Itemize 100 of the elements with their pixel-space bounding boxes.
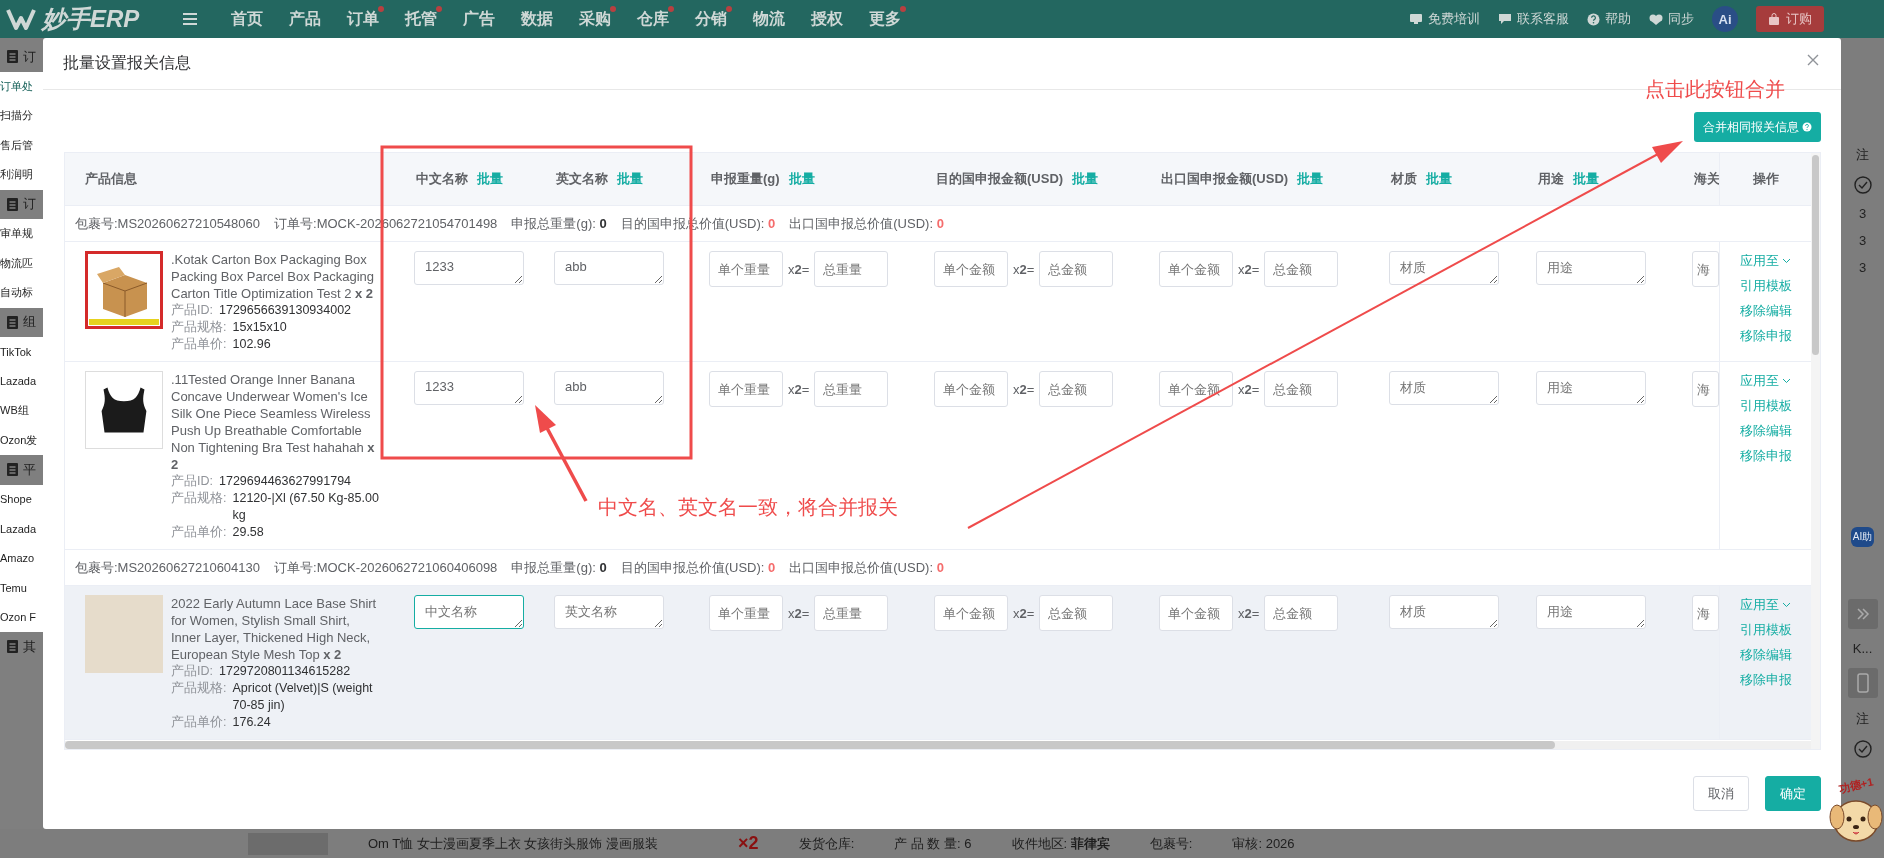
nav-item[interactable]: 更多 bbox=[856, 8, 914, 30]
usage-field[interactable]: 用途 bbox=[1536, 251, 1646, 285]
unit-value-field[interactable]: 单个金额 bbox=[1159, 595, 1233, 631]
check-circle-icon[interactable] bbox=[1853, 740, 1872, 758]
english-name-field[interactable]: abb bbox=[554, 371, 664, 405]
toolbar-link[interactable]: 免费培训 bbox=[1409, 10, 1480, 28]
unit-value-field[interactable]: 单个金额 bbox=[934, 595, 1008, 631]
sidebar-item[interactable]: 利润明 bbox=[0, 160, 43, 190]
merge-button[interactable]: 合并相同报关信息 bbox=[1694, 112, 1821, 142]
unit-value-field[interactable]: 单个金额 bbox=[934, 371, 1008, 407]
english-name-field[interactable]: abb bbox=[554, 251, 664, 285]
usage-field[interactable]: 用途 bbox=[1536, 595, 1646, 629]
chinese-name-field[interactable]: 中文名称 bbox=[414, 595, 524, 629]
sidebar-item[interactable]: Shope bbox=[0, 484, 43, 514]
total-value-field[interactable]: 总重量 bbox=[814, 251, 889, 287]
batch-link[interactable]: 批量 bbox=[788, 170, 815, 188]
nav-item[interactable]: 订单 bbox=[334, 8, 392, 30]
horizontal-scrollbar[interactable] bbox=[65, 741, 1811, 749]
action-link[interactable]: 引用模板 bbox=[1739, 277, 1792, 294]
action-link[interactable]: 移除申报 bbox=[1739, 447, 1792, 464]
sidebar-item[interactable]: Amazo bbox=[0, 543, 43, 573]
batch-link[interactable]: 批量 bbox=[617, 170, 643, 188]
nav-item[interactable]: 采购 bbox=[566, 8, 624, 30]
batch-link[interactable]: 批量 bbox=[1573, 170, 1599, 188]
vertical-scrollbar[interactable] bbox=[1811, 153, 1820, 749]
menu-icon[interactable] bbox=[182, 12, 198, 26]
nav-item[interactable]: 授权 bbox=[798, 8, 856, 30]
unit-value-field[interactable]: 单个重量 bbox=[709, 595, 783, 631]
action-link[interactable]: 移除申报 bbox=[1739, 327, 1792, 344]
customs-field[interactable]: 海 bbox=[1692, 251, 1719, 287]
double-chevron-icon[interactable] bbox=[1847, 599, 1878, 629]
cancel-button[interactable]: 取消 bbox=[1693, 776, 1749, 811]
export-total: 出口国申报总价值(USD): 0 bbox=[789, 558, 944, 577]
english-name-field[interactable]: 英文名称 bbox=[554, 595, 664, 629]
unit-value-field[interactable]: 单个重量 bbox=[709, 251, 783, 287]
apply-to-dropdown[interactable]: 应用至 bbox=[1740, 252, 1791, 269]
total-value-field[interactable]: 总金额 bbox=[1264, 251, 1339, 287]
total-value-field[interactable]: 总金额 bbox=[1039, 251, 1114, 287]
total-value-field[interactable]: 总重量 bbox=[814, 371, 889, 407]
phone-icon[interactable] bbox=[1847, 668, 1878, 698]
sidebar-item[interactable]: 售后管 bbox=[0, 130, 43, 160]
nav-item[interactable]: 广告 bbox=[450, 8, 508, 30]
material-field[interactable]: 材质 bbox=[1389, 595, 1499, 629]
ai-assistant-button[interactable]: AI助 bbox=[1850, 527, 1875, 547]
sidebar-item[interactable]: Ozon F bbox=[0, 602, 43, 632]
action-link[interactable]: 移除编辑 bbox=[1739, 302, 1792, 319]
total-value-field[interactable]: 总金额 bbox=[1039, 595, 1114, 631]
nav-item[interactable]: 数据 bbox=[508, 8, 566, 30]
sidebar-item[interactable]: Temu bbox=[0, 573, 43, 603]
sidebar-item[interactable]: WB组 bbox=[0, 396, 43, 426]
check-circle-icon[interactable] bbox=[1853, 176, 1872, 194]
total-value-field[interactable]: 总金额 bbox=[1264, 371, 1339, 407]
toolbar-link[interactable]: 同步 bbox=[1649, 10, 1694, 28]
nav-item[interactable]: 首页 bbox=[218, 8, 276, 30]
material-field[interactable]: 材质 bbox=[1389, 251, 1499, 285]
sidebar-item[interactable]: 扫描分 bbox=[0, 101, 43, 131]
batch-link[interactable]: 批量 bbox=[1072, 170, 1099, 188]
toolbar-link[interactable]: 联系客服 bbox=[1498, 10, 1569, 28]
nav-item[interactable]: 分销 bbox=[682, 8, 740, 30]
unit-value-field[interactable]: 单个重量 bbox=[709, 371, 783, 407]
nav-item[interactable]: 产品 bbox=[276, 8, 334, 30]
total-value-field[interactable]: 总金额 bbox=[1039, 371, 1114, 407]
ai-assistant-button[interactable]: Ai bbox=[1712, 6, 1738, 32]
batch-link[interactable]: 批量 bbox=[1426, 170, 1452, 188]
action-link[interactable]: 移除申报 bbox=[1739, 671, 1792, 688]
nav-item[interactable]: 仓库 bbox=[624, 8, 682, 30]
customs-field[interactable]: 海 bbox=[1692, 595, 1719, 631]
usage-field[interactable]: 用途 bbox=[1536, 371, 1646, 405]
sidebar-item[interactable]: 自动标 bbox=[0, 278, 43, 308]
batch-link[interactable]: 批量 bbox=[1297, 170, 1324, 188]
chinese-name-field[interactable]: 1233 bbox=[414, 251, 524, 285]
batch-link[interactable]: 批量 bbox=[477, 170, 503, 188]
action-link[interactable]: 移除编辑 bbox=[1739, 646, 1792, 663]
action-link[interactable]: 移除编辑 bbox=[1739, 422, 1792, 439]
column-header: 产品信息 bbox=[85, 170, 137, 188]
material-field[interactable]: 材质 bbox=[1389, 371, 1499, 405]
chinese-name-field[interactable]: 1233 bbox=[414, 371, 524, 405]
sidebar-item[interactable]: 物流匹 bbox=[0, 248, 43, 278]
package-info: 包裹号:MS20260627210604130 bbox=[75, 558, 261, 577]
nav-item[interactable]: 托管 bbox=[392, 8, 450, 30]
sidebar-item[interactable]: Lazada bbox=[0, 514, 43, 544]
sidebar-item[interactable]: Lazada bbox=[0, 366, 43, 396]
action-link[interactable]: 引用模板 bbox=[1739, 621, 1792, 638]
sidebar-item[interactable]: 审单规 bbox=[0, 219, 43, 249]
close-icon[interactable] bbox=[1807, 53, 1819, 66]
confirm-button[interactable]: 确定 bbox=[1765, 776, 1821, 811]
unit-value-field[interactable]: 单个金额 bbox=[934, 251, 1008, 287]
toolbar-link[interactable]: 帮助 bbox=[1587, 10, 1631, 28]
total-value-field[interactable]: 总金额 bbox=[1264, 595, 1339, 631]
nav-item[interactable]: 物流 bbox=[740, 8, 798, 30]
apply-to-dropdown[interactable]: 应用至 bbox=[1740, 372, 1791, 389]
sidebar-item[interactable]: 订单处 bbox=[0, 71, 43, 101]
total-value-field[interactable]: 总重量 bbox=[814, 595, 889, 631]
sidebar-item[interactable]: TikTok bbox=[0, 337, 43, 367]
order-button[interactable]: 订购 bbox=[1756, 6, 1824, 32]
apply-to-dropdown[interactable]: 应用至 bbox=[1740, 596, 1791, 613]
customs-field[interactable]: 海 bbox=[1692, 371, 1719, 407]
sidebar-item[interactable]: Ozon发 bbox=[0, 425, 43, 455]
action-link[interactable]: 引用模板 bbox=[1739, 397, 1792, 414]
unit-value-field[interactable]: 单个金额 bbox=[1159, 251, 1233, 287]
